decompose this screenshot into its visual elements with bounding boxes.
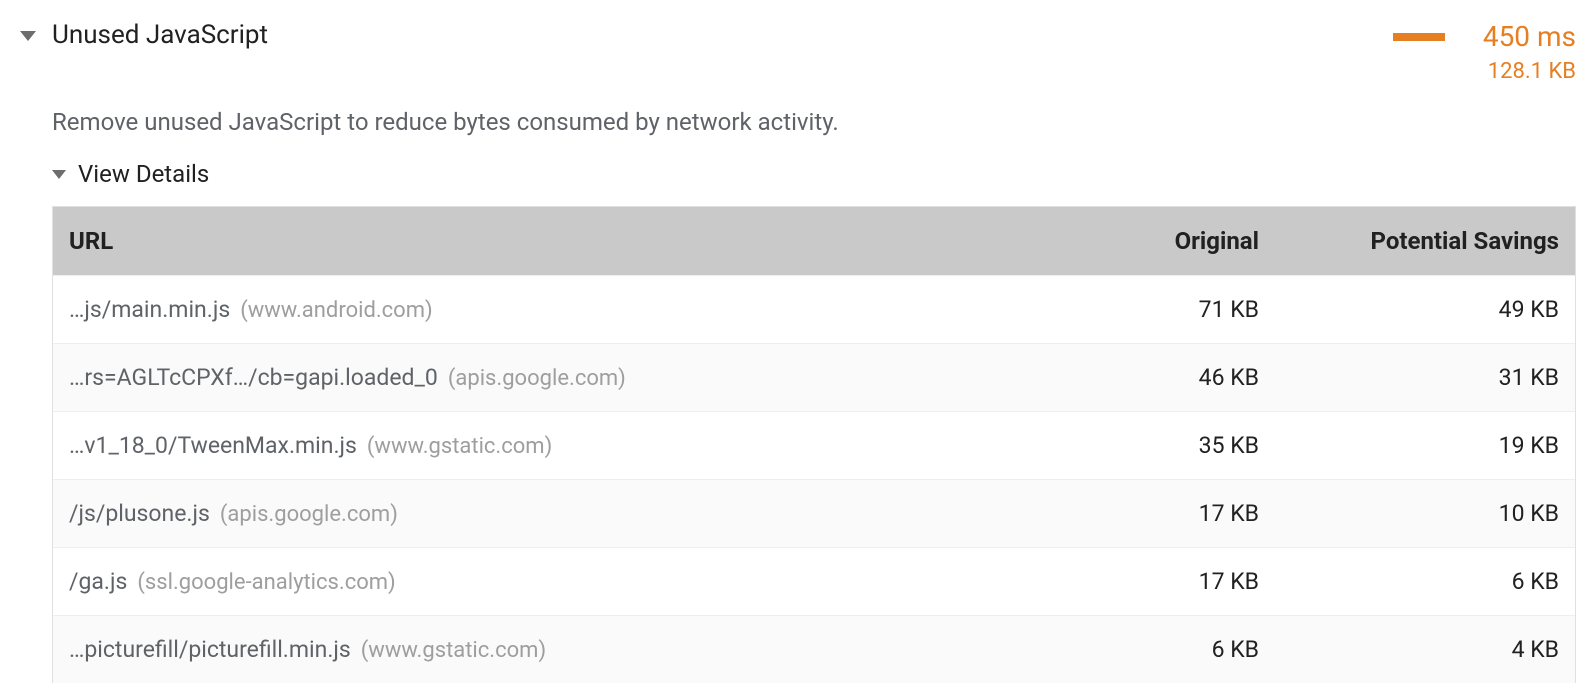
cell-original: 46 KB — [1055, 344, 1275, 411]
bar-icon — [1393, 33, 1445, 41]
cell-url[interactable]: …rs=AGLTcCPXf…/cb=gapi.loaded_0 (apis.goo… — [53, 344, 1055, 411]
col-header-savings[interactable]: Potential Savings — [1275, 207, 1575, 275]
metric-time: 450 ms — [1483, 20, 1576, 53]
url-host: (apis.google.com) — [448, 366, 626, 391]
cell-savings: 31 KB — [1275, 344, 1575, 411]
url-path: /ga.js — [69, 568, 127, 595]
url-host: (ssl.google-analytics.com) — [137, 570, 395, 595]
url-path: …js/main.min.js — [69, 296, 230, 323]
cell-original: 6 KB — [1055, 616, 1275, 683]
table-row: …rs=AGLTcCPXf…/cb=gapi.loaded_0 (apis.goo… — [53, 343, 1575, 411]
url-path: …v1_18_0/TweenMax.min.js — [69, 432, 357, 459]
metric-top: 450 ms — [1393, 20, 1576, 53]
url-path: …picturefill/picturefill.min.js — [69, 636, 351, 663]
cell-original: 71 KB — [1055, 276, 1275, 343]
cell-url[interactable]: …v1_18_0/TweenMax.min.js (www.gstatic.com… — [53, 412, 1055, 479]
audit-title[interactable]: Unused JavaScript — [52, 20, 1393, 50]
metric-size: 128.1 KB — [1488, 59, 1576, 84]
col-header-original[interactable]: Original — [1055, 207, 1275, 275]
audit-description: Remove unused JavaScript to reduce bytes… — [52, 108, 1576, 136]
url-host: (www.gstatic.com) — [361, 638, 546, 663]
url-host: (www.gstatic.com) — [367, 434, 552, 459]
table-row: …v1_18_0/TweenMax.min.js (www.gstatic.com… — [53, 411, 1575, 479]
cell-original: 17 KB — [1055, 548, 1275, 615]
cell-original: 17 KB — [1055, 480, 1275, 547]
cell-savings: 6 KB — [1275, 548, 1575, 615]
table-header: URL Original Potential Savings — [53, 207, 1575, 275]
details-table: URL Original Potential Savings …js/main.… — [52, 206, 1576, 683]
table-row: /ga.js (ssl.google-analytics.com) 17 KB6 K… — [53, 547, 1575, 615]
cell-url[interactable]: …js/main.min.js (www.android.com) — [53, 276, 1055, 343]
url-path: /js/plusone.js — [69, 500, 210, 527]
table-row: …js/main.min.js (www.android.com) 71 KB49 … — [53, 275, 1575, 343]
col-header-url[interactable]: URL — [53, 207, 1055, 275]
cell-url[interactable]: /js/plusone.js (apis.google.com) — [53, 480, 1055, 547]
audit-header: Unused JavaScript 450 ms 128.1 KB — [20, 20, 1576, 84]
url-host: (www.android.com) — [240, 298, 432, 323]
view-details-toggle[interactable]: View Details — [52, 160, 1576, 188]
url-path: …rs=AGLTcCPXf…/cb=gapi.loaded_0 — [69, 364, 438, 391]
cell-savings: 4 KB — [1275, 616, 1575, 683]
chevron-down-icon[interactable] — [20, 31, 36, 41]
cell-savings: 10 KB — [1275, 480, 1575, 547]
table-body: …js/main.min.js (www.android.com) 71 KB49 … — [53, 275, 1575, 683]
cell-url[interactable]: …picturefill/picturefill.min.js (www.gsta… — [53, 616, 1055, 683]
metric-block: 450 ms 128.1 KB — [1393, 20, 1576, 84]
cell-original: 35 KB — [1055, 412, 1275, 479]
chevron-down-icon — [52, 170, 66, 179]
cell-savings: 49 KB — [1275, 276, 1575, 343]
table-row: …picturefill/picturefill.min.js (www.gsta… — [53, 615, 1575, 683]
url-host: (apis.google.com) — [220, 502, 398, 527]
view-details-label: View Details — [78, 160, 209, 188]
cell-url[interactable]: /ga.js (ssl.google-analytics.com) — [53, 548, 1055, 615]
table-row: /js/plusone.js (apis.google.com) 17 KB10 K… — [53, 479, 1575, 547]
cell-savings: 19 KB — [1275, 412, 1575, 479]
